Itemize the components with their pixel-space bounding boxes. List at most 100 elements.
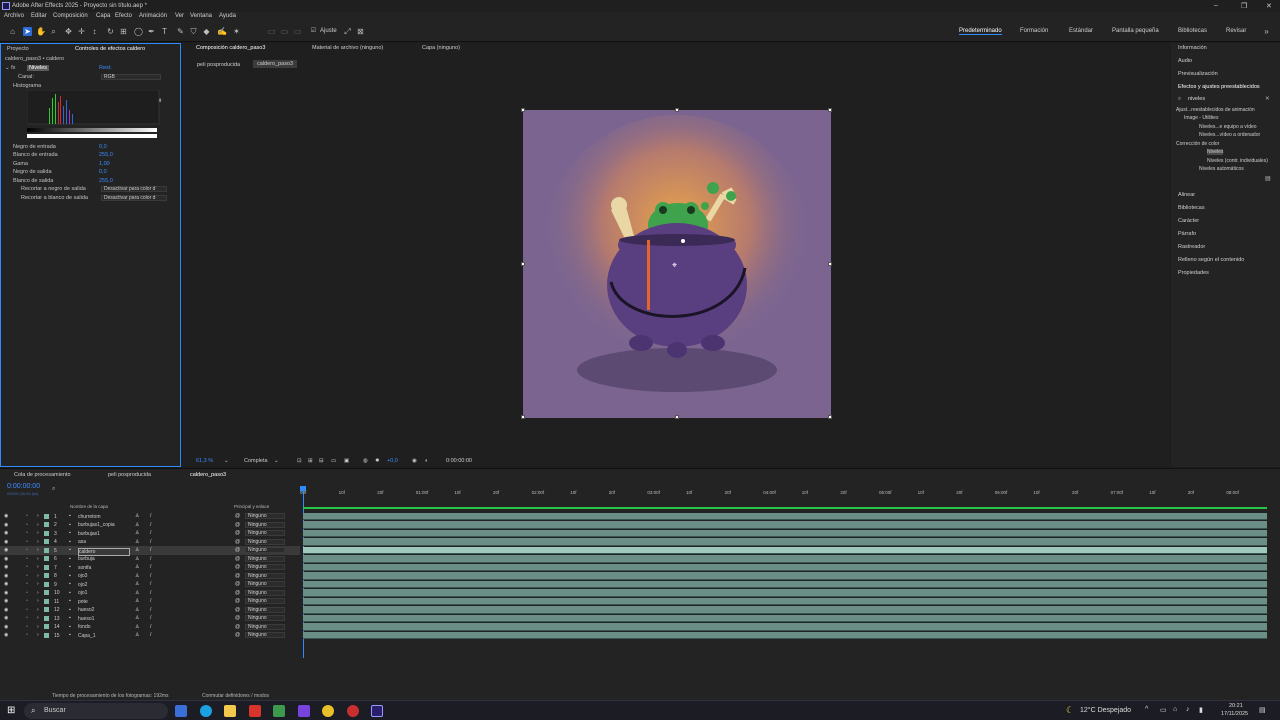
- network-icon[interactable]: ⌂: [1173, 706, 1177, 713]
- quality-switch-icon[interactable]: /: [150, 590, 151, 596]
- quality-switch-icon[interactable]: /: [150, 556, 151, 562]
- lock-icon[interactable]: ▫: [26, 539, 28, 545]
- clip-black-select[interactable]: Desactivar para color d: [101, 186, 167, 192]
- menu-ayuda[interactable]: Ayuda: [219, 13, 236, 19]
- effect-name[interactable]: Niveles: [27, 65, 50, 71]
- label-color[interactable]: [44, 598, 49, 604]
- app-icon[interactable]: [249, 705, 261, 717]
- tree-item[interactable]: Niveles (contr. individuales): [1207, 158, 1268, 164]
- app-icon[interactable]: [347, 705, 359, 717]
- shy-icon[interactable]: ♙: [135, 624, 139, 630]
- parent-select[interactable]: Ninguno: [245, 538, 285, 545]
- expand-chevron-icon[interactable]: ›: [37, 522, 39, 528]
- visibility-eye-icon[interactable]: ◉: [4, 624, 8, 630]
- tab-composition[interactable]: Composición caldero_paso3: [196, 45, 265, 51]
- lock-icon[interactable]: ▫: [26, 547, 28, 553]
- lock-icon[interactable]: ▫: [26, 581, 28, 587]
- transparency-grid-icon[interactable]: ⊞: [308, 458, 313, 464]
- param-value[interactable]: 1,00: [99, 161, 110, 167]
- parent-pickwhip-icon[interactable]: @: [235, 539, 240, 545]
- more-workspaces-icon[interactable]: »: [1262, 27, 1271, 36]
- shy-icon[interactable]: ♙: [135, 573, 139, 579]
- parent-select[interactable]: Ninguno: [245, 598, 285, 604]
- layer-name[interactable]: hueso2: [78, 607, 94, 613]
- timeline-timecode[interactable]: 0:00:00:00: [7, 483, 40, 490]
- visibility-eye-icon[interactable]: ◉: [4, 615, 8, 621]
- layer-row[interactable]: ◉ ▫ › 4 ▪ asa ♙ / @ Ninguno: [0, 538, 300, 547]
- label-color[interactable]: [44, 547, 49, 553]
- transform-handle[interactable]: [675, 415, 679, 419]
- layer-name[interactable]: churretom: [78, 514, 101, 520]
- parent-pickwhip-icon[interactable]: @: [235, 564, 240, 570]
- expand-chevron-icon[interactable]: ›: [37, 547, 39, 553]
- quality-switch-icon[interactable]: /: [150, 530, 151, 536]
- workspace-predeterminado[interactable]: Predeterminado: [959, 28, 1002, 35]
- shy-icon[interactable]: ♙: [135, 547, 139, 553]
- visibility-eye-icon[interactable]: ◉: [4, 590, 8, 596]
- menu-composicion[interactable]: Composición: [53, 13, 88, 19]
- layer-row[interactable]: ◉ ▫ › 8 ▪ ojo3 ♙ / @ Ninguno: [0, 572, 300, 581]
- layer-row[interactable]: ◉ ▫ › 9 ▪ ojo2 ♙ / @ Ninguno: [0, 580, 300, 589]
- show-snapshot-icon[interactable]: ◐: [425, 458, 428, 464]
- lock-icon[interactable]: ▫: [26, 556, 28, 562]
- menu-editar[interactable]: Editar: [31, 13, 47, 19]
- layer-row[interactable]: ◉ ▫ › 2 ▪ burbujas1_copia ♙ / @ Ninguno: [0, 521, 300, 530]
- shy-icon[interactable]: ♙: [135, 564, 139, 570]
- align-icon[interactable]: ▭: [267, 27, 276, 36]
- label-color[interactable]: [44, 615, 49, 621]
- param-value[interactable]: 0,0: [99, 144, 107, 150]
- menu-archivo[interactable]: Archivo: [4, 13, 24, 19]
- eraser-tool-icon[interactable]: ◆: [202, 27, 211, 36]
- tray-chevron-icon[interactable]: ^: [1145, 706, 1148, 713]
- lock-icon[interactable]: ▫: [26, 573, 28, 579]
- parent-select[interactable]: Ninguno: [245, 572, 285, 579]
- expand-chevron-icon[interactable]: ›: [37, 581, 39, 587]
- layer-duration-bar[interactable]: [303, 623, 1267, 631]
- quality-switch-icon[interactable]: /: [150, 513, 151, 519]
- shy-icon[interactable]: ♙: [135, 539, 139, 545]
- layer-row[interactable]: ◉ ▫ › 3 ▪ burbujas1 ♙ / @ Ninguno: [0, 529, 300, 538]
- selection-tool-icon[interactable]: ➤: [23, 27, 32, 36]
- visibility-eye-icon[interactable]: ◉: [4, 632, 8, 638]
- tab-proyecto[interactable]: Proyecto: [7, 46, 29, 52]
- layer-name[interactable]: Capa_1: [78, 633, 96, 639]
- battery-icon[interactable]: ▮: [1199, 706, 1203, 714]
- parent-select[interactable]: Ninguno: [245, 581, 285, 587]
- layer-row[interactable]: ◉ ▫ › 13 ▪ hueso1 ♙ / @ Ninguno: [0, 614, 300, 623]
- param-value[interactable]: 0,0: [99, 169, 107, 175]
- parent-pickwhip-icon[interactable]: @: [235, 607, 240, 613]
- panel-alinear[interactable]: Alinear: [1178, 192, 1195, 198]
- label-color[interactable]: [44, 556, 49, 561]
- layer-duration-bar[interactable]: [303, 580, 1267, 588]
- transform-handle[interactable]: [521, 415, 525, 419]
- layer-row[interactable]: ◉ ▫ › 6 ▪ burbuja ♙ / @ Ninguno: [0, 555, 300, 564]
- label-color[interactable]: [44, 581, 49, 587]
- layer-row[interactable]: ◉ ▫ › 10 ▪ ojo1 ♙ / @ Ninguno: [0, 589, 300, 598]
- notifications-icon[interactable]: ▤: [1259, 706, 1266, 714]
- layer-duration-bar[interactable]: [303, 521, 1267, 529]
- param-value[interactable]: 255,0: [99, 152, 113, 158]
- grid-guides-icon[interactable]: ⊟: [319, 458, 324, 464]
- clear-search-icon[interactable]: ✕: [1265, 96, 1270, 102]
- quality-switch-icon[interactable]: /: [150, 615, 151, 621]
- layer-duration-bar[interactable]: [303, 563, 1267, 571]
- parent-pickwhip-icon[interactable]: @: [235, 522, 240, 528]
- fx-icon[interactable]: ⌄ fx: [5, 65, 15, 71]
- home-icon[interactable]: ⌂: [8, 27, 17, 36]
- snapshot-icon[interactable]: ◉: [412, 458, 417, 464]
- panel-propiedades[interactable]: Propiedades: [1178, 270, 1209, 276]
- shy-icon[interactable]: ♙: [135, 581, 139, 587]
- edge-icon[interactable]: [200, 705, 212, 717]
- parent-select[interactable]: Ninguno: [245, 589, 285, 596]
- menu-ventana[interactable]: Ventana: [190, 13, 212, 19]
- tab-effect-controls[interactable]: Controles de efectos caldero: [75, 46, 145, 52]
- close-icon[interactable]: ✕: [1266, 2, 1272, 10]
- visibility-eye-icon[interactable]: ◉: [4, 513, 8, 519]
- visibility-eye-icon[interactable]: ◉: [4, 522, 8, 528]
- shy-icon[interactable]: ♙: [135, 615, 139, 621]
- visibility-eye-icon[interactable]: ◉: [4, 573, 8, 579]
- work-area-bar[interactable]: [303, 507, 1267, 509]
- chevron-down-icon[interactable]: ⌄: [224, 458, 229, 464]
- expand-chevron-icon[interactable]: ›: [37, 539, 39, 545]
- quality-switch-icon[interactable]: /: [150, 522, 151, 528]
